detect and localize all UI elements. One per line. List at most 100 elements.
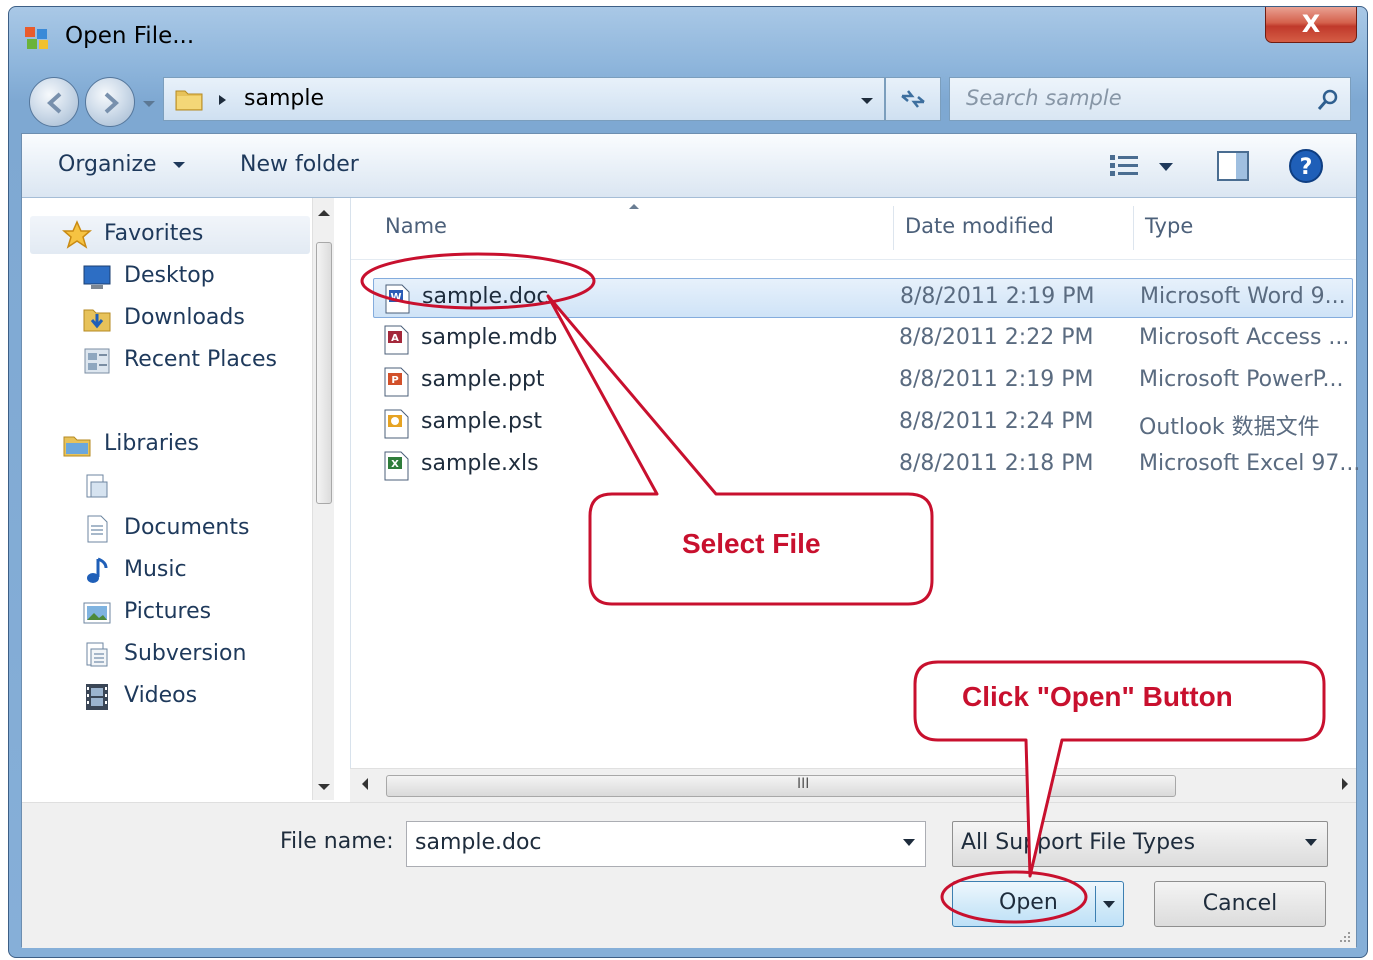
- sidebar-item-label: Recent Places: [124, 347, 277, 372]
- new-folder-button[interactable]: New folder: [240, 152, 359, 177]
- folder-icon: [175, 90, 203, 111]
- click-open-annotation: Click "Open" Button: [962, 681, 1233, 712]
- file-type: Outlook 数据文件: [1139, 415, 1320, 440]
- breadcrumb-chevron-icon[interactable]: [216, 93, 228, 107]
- file-date: 8/8/2011 2:19 PM: [899, 367, 1094, 392]
- refresh-icon: [901, 90, 925, 108]
- star-icon: [62, 220, 92, 249]
- command-bar: Organize New folder ?: [22, 134, 1356, 198]
- column-name[interactable]: Name: [385, 214, 447, 238]
- breadcrumb-sample[interactable]: sample: [244, 86, 324, 111]
- open-split-divider: [1095, 886, 1096, 922]
- documents-icon: [87, 515, 108, 543]
- scroll-left-icon[interactable]: [360, 777, 370, 791]
- svg-text:A: A: [391, 333, 399, 344]
- file-name: sample.ppt: [421, 367, 545, 392]
- resize-grip-icon[interactable]: [1338, 930, 1352, 944]
- search-icon: [1317, 89, 1338, 110]
- file-list-scrollbar[interactable]: III: [350, 768, 1356, 802]
- address-bar[interactable]: sample: [163, 77, 885, 121]
- library-icon: [86, 474, 108, 498]
- file-row-sample-xls[interactable]: X sample.xls 8/8/2011 2:18 PM Microsoft …: [373, 446, 1360, 486]
- file-type: Microsoft Excel 97...: [1139, 451, 1361, 476]
- file-row-sample-doc[interactable]: W sample.doc 8/8/2011 2:19 PM Microsoft …: [373, 278, 1353, 318]
- organize-menu[interactable]: Organize: [58, 152, 186, 177]
- file-name: sample.xls: [421, 451, 539, 476]
- sidebar-item-label: Documents: [124, 515, 250, 540]
- column-headers: Name Date modified Type: [351, 198, 1356, 260]
- sort-ascending-icon: [629, 204, 639, 209]
- outlook-pst-icon: [384, 409, 409, 439]
- chevron-down-icon[interactable]: [901, 836, 917, 848]
- pictures-icon: [83, 602, 111, 624]
- file-name-field[interactable]: sample.doc: [406, 821, 926, 867]
- svg-text:?: ?: [1300, 155, 1313, 180]
- sidebar-scrollbar[interactable]: [312, 198, 334, 800]
- libraries-icon: [63, 436, 91, 457]
- file-date: 8/8/2011 2:18 PM: [899, 451, 1094, 476]
- column-date-modified[interactable]: Date modified: [905, 214, 1054, 238]
- column-type[interactable]: Type: [1145, 214, 1193, 238]
- file-date: 8/8/2011 2:24 PM: [899, 409, 1094, 434]
- sidebar-item-label: Downloads: [124, 305, 245, 330]
- file-type-select[interactable]: All Support File Types: [952, 821, 1328, 867]
- back-arrow-icon: [47, 92, 62, 114]
- select-file-annotation: Select File: [682, 528, 821, 559]
- scroll-right-icon[interactable]: [1340, 777, 1350, 791]
- music-icon: [87, 557, 108, 583]
- file-name: sample.doc: [422, 284, 549, 309]
- file-row-sample-ppt[interactable]: P sample.ppt 8/8/2011 2:19 PM Microsoft …: [373, 362, 1353, 402]
- file-name: sample.mdb: [421, 325, 558, 350]
- sidebar-item-label: Music: [124, 557, 187, 582]
- refresh-button[interactable]: [885, 77, 941, 121]
- address-dropdown-icon[interactable]: [858, 94, 876, 108]
- title-bar: Open File... X: [9, 7, 1367, 67]
- scroll-down-icon[interactable]: [317, 782, 331, 792]
- preview-pane-icon[interactable]: [1216, 150, 1250, 182]
- cancel-button[interactable]: Cancel: [1154, 881, 1326, 927]
- navigation-pane: Favorites Desktop Downloads Recent Place…: [22, 198, 324, 800]
- file-name-label: File name:: [280, 829, 394, 854]
- file-type-value: All Support File Types: [961, 830, 1196, 855]
- sidebar-item-label: Libraries: [104, 431, 200, 456]
- videos-icon: [86, 684, 108, 710]
- back-button[interactable]: [29, 77, 79, 127]
- open-button[interactable]: Open: [952, 881, 1124, 927]
- file-type: Microsoft PowerP...: [1139, 367, 1344, 392]
- file-list-scroll-thumb[interactable]: III: [386, 775, 1176, 797]
- app-icon: [25, 27, 48, 49]
- subversion-icon: [86, 642, 108, 667]
- column-divider[interactable]: [1133, 206, 1134, 250]
- recent-places-icon: [84, 348, 110, 374]
- scroll-up-icon[interactable]: [317, 208, 331, 218]
- sidebar-item-label: Pictures: [124, 599, 212, 624]
- views-icon[interactable]: [1108, 152, 1142, 180]
- dialog-footer: File name: sample.doc All Support File T…: [22, 802, 1356, 948]
- forward-button[interactable]: [85, 77, 135, 127]
- sidebar-scroll-thumb[interactable]: [316, 242, 332, 504]
- access-db-icon: A: [384, 325, 409, 355]
- close-button[interactable]: X: [1265, 7, 1357, 43]
- window-title: Open File...: [65, 23, 195, 49]
- sidebar-item-label: Videos: [124, 683, 198, 708]
- open-options-dropdown-icon[interactable]: [1101, 898, 1117, 910]
- help-icon[interactable]: ?: [1288, 148, 1324, 184]
- file-row-sample-pst[interactable]: sample.pst 8/8/2011 2:24 PM Outlook 数据文件: [373, 404, 1353, 444]
- organize-label: Organize: [58, 152, 157, 177]
- file-name-value: sample.doc: [415, 830, 542, 855]
- svg-text:W: W: [390, 292, 401, 303]
- file-row-sample-mdb[interactable]: A sample.mdb 8/8/2011 2:22 PM Microsoft …: [373, 320, 1353, 360]
- search-placeholder: Search sample: [966, 86, 1122, 110]
- views-dropdown-icon[interactable]: [1158, 162, 1174, 172]
- svg-text:X: X: [391, 459, 399, 470]
- open-button-label: Open: [999, 890, 1058, 915]
- column-divider[interactable]: [893, 206, 894, 250]
- chevron-down-icon: [172, 162, 185, 168]
- sidebar-item-label: Favorites: [104, 221, 204, 246]
- file-date: 8/8/2011 2:19 PM: [900, 284, 1095, 309]
- recent-pages-dropdown[interactable]: [141, 97, 157, 111]
- file-name: sample.pst: [421, 409, 543, 434]
- search-input[interactable]: Search sample: [949, 77, 1351, 121]
- powerpoint-icon: P: [384, 367, 409, 397]
- sidebar-item-favorites[interactable]: Favorites: [30, 216, 310, 254]
